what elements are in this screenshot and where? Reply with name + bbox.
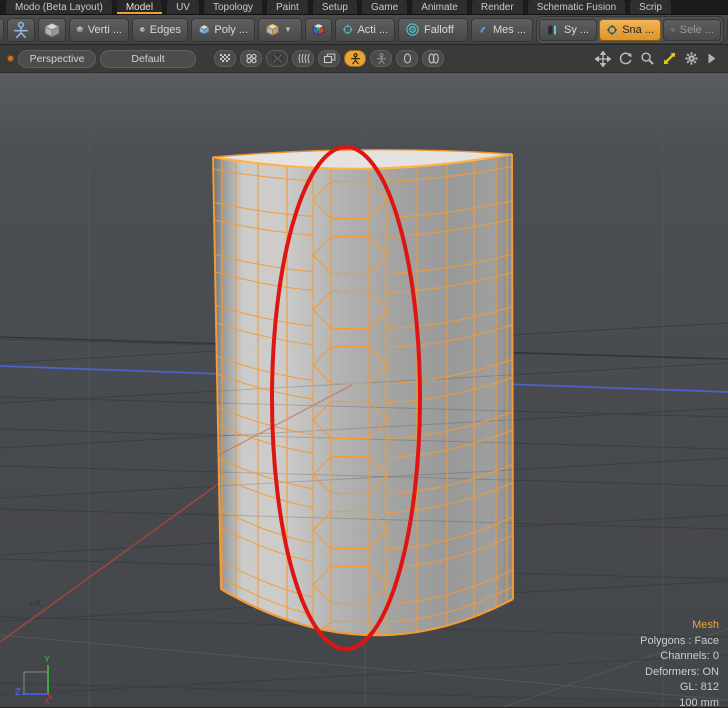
gizmo-y-label: Y (44, 654, 50, 664)
checkerboard-icon (219, 53, 232, 64)
mesh-paint-button[interactable]: Mes ... (471, 18, 533, 42)
vertices-mode-button[interactable]: Verti ... (69, 18, 129, 42)
modo-application-window: { "colors": { "accent": "#f0a030", "wire… (0, 0, 728, 708)
viewport-nav-icons (595, 51, 721, 67)
shading-style-selector[interactable]: Default (100, 50, 196, 68)
grid-size-readout: 100 mm (640, 696, 719, 708)
show-actors-toggle[interactable] (344, 50, 366, 67)
tab-render[interactable]: Render (472, 0, 523, 14)
item-mode-button[interactable] (7, 18, 35, 42)
draw-style-dither-toggle[interactable] (214, 50, 236, 67)
overlapping-rects-icon (323, 53, 336, 64)
selected-item-name: Mesh (640, 618, 719, 634)
tab-setup[interactable]: Setup (313, 0, 357, 14)
floor-axis-label: +X (28, 598, 42, 610)
symmetry-button[interactable]: Sy ... (539, 19, 597, 41)
tab-uv[interactable]: UV (167, 0, 199, 14)
overlay-rects-toggle[interactable] (318, 50, 340, 67)
selection-mode-readout: Polygons : Face (640, 634, 719, 650)
brush-icon (478, 22, 489, 37)
deformers-readout: Deformers: ON (640, 665, 719, 681)
gizmo-z-label: Z (15, 687, 21, 697)
selection-sets-button[interactable]: Sele ... (663, 19, 721, 41)
channels-readout: Channels: 0 (640, 649, 719, 665)
chevron-down-icon: ▼ (284, 25, 292, 34)
onion-skin-single-toggle[interactable] (396, 50, 418, 67)
draw-style-wire-toggle[interactable] (240, 50, 262, 67)
falloff-button[interactable]: Falloff (398, 18, 468, 42)
3d-viewport[interactable]: +X Y Z X Mesh Polygons : Face Channels: … (0, 73, 728, 707)
pan-icon[interactable] (595, 51, 611, 67)
show-ghost-actor-toggle[interactable] (370, 50, 392, 67)
actor-faded-icon (375, 53, 388, 65)
maximize-icon[interactable] (662, 51, 677, 66)
edges-mode-button[interactable]: Edges (132, 18, 188, 42)
vertices-cube-icon (76, 22, 84, 37)
polygons-mode-label: Poly ... (214, 24, 248, 36)
viewport-scene: +X Y Z X (0, 73, 728, 707)
layout-tab-bar: Modo (Beta Layout) Model UV Topology Pai… (0, 0, 728, 14)
onion-skin-double-toggle[interactable] (422, 50, 444, 67)
mesh-paint-label: Mes ... (493, 24, 526, 36)
snapping-button[interactable]: Sna ... (599, 19, 661, 41)
polygons-cube-icon (198, 22, 210, 37)
tab-script[interactable]: Scrip (630, 0, 671, 14)
gizmo-x-label: X (44, 697, 50, 706)
viewport-header: Perspective Default (0, 45, 728, 73)
vertices-mode-label: Verti ... (88, 24, 122, 36)
viewport-info-panel: Mesh Polygons : Face Channels: 0 Deforme… (640, 618, 719, 707)
actor-icon (12, 21, 30, 39)
orientation-gizmo[interactable]: Y Z X (15, 654, 52, 706)
edges-mode-label: Edges (150, 24, 181, 36)
falloff-label: Falloff (424, 24, 454, 36)
tab-topology[interactable]: Topology (204, 0, 262, 14)
tab-model[interactable]: Model (117, 0, 162, 14)
action-center-icon (342, 22, 353, 37)
tab-animate[interactable]: Animate (412, 0, 467, 14)
falloff-icon (405, 22, 420, 37)
double-capsule-icon (427, 53, 440, 64)
polygons-mode-button[interactable]: Poly ... (191, 18, 255, 42)
tab-schematic-fusion[interactable]: Schematic Fusion (528, 0, 625, 14)
symmetry-icon (546, 23, 560, 37)
tab-modo-beta-layout[interactable]: Modo (Beta Layout) (6, 0, 112, 14)
capsule-icon (401, 53, 414, 64)
cube-icon (265, 22, 280, 37)
gear-icon[interactable] (684, 51, 699, 66)
snapping-icon (606, 23, 618, 37)
viewport-state-dot[interactable] (7, 55, 14, 62)
gray-cube-icon (43, 21, 61, 39)
items-selection-mode-button[interactable] (38, 18, 66, 42)
draw-style-waves-toggle[interactable] (292, 50, 314, 67)
expand-arrow-icon[interactable] (706, 52, 717, 65)
edges-cube-icon (139, 22, 146, 37)
action-center-label: Acti ... (357, 24, 388, 36)
axis-cube-icon (310, 21, 327, 38)
clipped-left-button[interactable] (0, 18, 4, 42)
draw-style-off-toggle[interactable] (266, 50, 288, 67)
x-square-icon (271, 53, 284, 64)
workplane-button[interactable] (305, 18, 332, 42)
four-circles-icon (245, 53, 258, 64)
snapping-label: Sna ... (622, 24, 654, 36)
symmetry-label: Sy ... (564, 24, 589, 36)
projection-selector[interactable]: Perspective (18, 50, 96, 68)
rotate-icon[interactable] (618, 51, 633, 66)
snap-symmetry-group: Sy ... Sna ... Sele ... (536, 16, 724, 44)
actor-active-icon (349, 53, 362, 65)
tab-paint[interactable]: Paint (267, 0, 308, 14)
selection-mode-dropdown[interactable]: ▼ (258, 18, 302, 42)
selection-sets-icon (670, 23, 676, 37)
gl-count-readout: GL: 812 (640, 680, 719, 696)
selection-sets-label: Sele ... (680, 24, 714, 36)
tab-game[interactable]: Game (362, 0, 407, 14)
action-center-button[interactable]: Acti ... (335, 18, 395, 42)
zoom-icon[interactable] (640, 51, 655, 66)
modeling-toolbar: Verti ... Edges Poly ... (0, 14, 728, 45)
wavy-lines-icon (297, 53, 310, 64)
